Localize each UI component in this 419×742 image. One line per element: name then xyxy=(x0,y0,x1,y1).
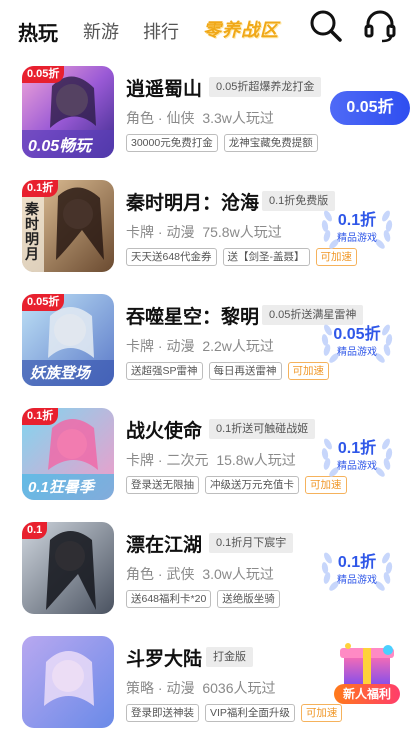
tag: 龙神宝藏免费提额 xyxy=(223,134,318,152)
quality-label: 精品游戏 xyxy=(337,461,377,472)
game-meta: 角色 · 仙侠 3.3w人玩过 xyxy=(126,108,278,128)
game-title[interactable]: 战火使命 xyxy=(126,416,202,443)
promo-badge: 0.05折超爆养龙打金 xyxy=(209,77,322,97)
quality-badge[interactable]: 0.1折 精品游戏 xyxy=(318,426,396,486)
thumbnail-caption: 妖族登场 xyxy=(30,365,91,382)
game-genre: 角色 · 仙侠 xyxy=(126,110,195,126)
game-players: 6036人玩过 xyxy=(202,680,276,696)
gift-label: 新人福利 xyxy=(334,684,400,704)
game-title[interactable]: 漂在江湖 xyxy=(126,530,202,557)
discount-badge: 0.1折 xyxy=(22,408,59,425)
thumbnail-caption: 0.1狂暑季 xyxy=(28,479,94,496)
tag: 送648福利卡*20 xyxy=(126,590,212,608)
quality-label: 精品游戏 xyxy=(337,347,377,358)
newcomer-gift-button[interactable]: 新人福利 xyxy=(328,640,406,708)
thumbnail-caption: 0.05畅玩 xyxy=(28,138,92,155)
discount-badge: 0.05折 xyxy=(22,294,65,311)
tab-new[interactable]: 新游 xyxy=(83,18,119,44)
game-players: 2.2w人玩过 xyxy=(202,338,274,354)
tag-list: 30000元免费打金 龙神宝藏免费提额 xyxy=(126,134,318,152)
game-title[interactable]: 秦时明月：沧海 xyxy=(126,188,259,215)
tag-list: 送648福利卡*20 送绝版坐骑 xyxy=(126,590,280,608)
game-meta: 策略 · 动漫 6036人玩过 xyxy=(126,678,280,698)
discount-value: 0.1折 xyxy=(337,440,377,457)
game-genre: 卡牌 · 动漫 xyxy=(126,338,195,354)
game-players: 75.8w人玩过 xyxy=(202,224,282,240)
discount-value: 0.1折 xyxy=(337,554,377,571)
game-title[interactable]: 斗罗大陆 xyxy=(126,644,202,671)
promo-badge: 打金版 xyxy=(206,647,253,667)
discount-badge: 0.1 xyxy=(22,522,48,539)
tab-hot[interactable]: 热玩 xyxy=(18,17,58,46)
discount-badge: 0.1折 xyxy=(22,180,59,197)
game-item[interactable]: 0.05折 妖族登场 吞噬星空：黎明 0.05折送满星雷神 卡牌 · 动漫 2.… xyxy=(0,294,419,409)
game-thumbnail[interactable]: 0.05折 妖族登场 xyxy=(22,294,114,386)
quality-badge[interactable]: 0.1折 精品游戏 xyxy=(318,540,396,600)
top-nav: 热玩 新游 排行 零养战区 xyxy=(0,0,419,60)
game-item[interactable]: 0.1折 0.1狂暑季 战火使命 0.1折送可触碰战姬 卡牌 · 二次元 15.… xyxy=(0,408,419,523)
game-item[interactable]: 0.1 漂在江湖 0.1折月下宸宇 角色 · 武侠 3.0w人玩过 送648福利… xyxy=(0,522,419,637)
tag: 送绝版坐骑 xyxy=(217,590,280,608)
game-players: 3.3w人玩过 xyxy=(202,110,274,126)
quality-label: 精品游戏 xyxy=(337,233,377,244)
thumbnail-caption: 秦时明月 xyxy=(25,201,39,262)
game-thumbnail[interactable]: 0.1 xyxy=(22,522,114,614)
discount-value: 0.05折 xyxy=(333,326,381,343)
game-thumbnail[interactable]: 0.1折 秦时明月 xyxy=(22,180,114,272)
game-thumbnail[interactable] xyxy=(22,636,114,728)
headset-icon[interactable] xyxy=(362,8,398,44)
game-thumbnail[interactable]: 0.05折 0.05畅玩 xyxy=(22,66,114,158)
tag: 登录送无限抽 xyxy=(126,476,199,494)
tab-special-zone[interactable]: 零养战区 xyxy=(203,16,279,42)
game-genre: 策略 · 动漫 xyxy=(126,680,195,696)
promo-badge: 0.1折送可触碰战姬 xyxy=(209,419,316,439)
discount-button[interactable]: 0.05折 xyxy=(330,91,410,125)
tag: 天天送648代金券 xyxy=(126,248,217,266)
game-item[interactable]: 0.05折 0.05畅玩 逍遥蜀山 0.05折超爆养龙打金 角色 · 仙侠 3.… xyxy=(0,66,419,181)
game-meta: 角色 · 武侠 3.0w人玩过 xyxy=(126,564,278,584)
game-meta: 卡牌 · 动漫 75.8w人玩过 xyxy=(126,222,286,242)
tag: 送【剑圣-盖聂】 xyxy=(222,248,310,266)
search-icon[interactable] xyxy=(308,8,344,44)
game-genre: 卡牌 · 二次元 xyxy=(126,452,209,468)
quality-badge[interactable]: 0.1折 精品游戏 xyxy=(318,198,396,258)
game-item[interactable]: 0.1折 秦时明月 秦时明月：沧海 0.1折免费版 卡牌 · 动漫 75.8w人… xyxy=(0,180,419,295)
game-genre: 卡牌 · 动漫 xyxy=(126,224,195,240)
quality-label: 精品游戏 xyxy=(337,575,377,586)
game-players: 3.0w人玩过 xyxy=(202,566,274,582)
game-genre: 角色 · 武侠 xyxy=(126,566,195,582)
tag: 登录即送神装 xyxy=(126,704,199,722)
tag: 送超强SP雷神 xyxy=(126,362,203,380)
game-meta: 卡牌 · 动漫 2.2w人玩过 xyxy=(126,336,278,356)
tag: 30000元免费打金 xyxy=(126,134,218,152)
tag-list: 登录送无限抽 冲级送万元充值卡 可加速 xyxy=(126,476,347,494)
game-title[interactable]: 吞噬星空：黎明 xyxy=(126,302,259,329)
game-title[interactable]: 逍遥蜀山 xyxy=(126,74,202,101)
tag: 冲级送万元充值卡 xyxy=(205,476,299,494)
tag-list: 送超强SP雷神 每日再送雷神 可加速 xyxy=(126,362,330,380)
quality-badge[interactable]: 0.05折 精品游戏 xyxy=(318,312,396,372)
tag-list: 登录即送神装 VIP福利全面升级 可加速 xyxy=(126,704,343,722)
tag: 每日再送雷神 xyxy=(208,362,282,380)
game-players: 15.8w人玩过 xyxy=(216,452,296,468)
promo-badge: 0.1折月下宸宇 xyxy=(209,533,294,553)
tag: VIP福利全面升级 xyxy=(205,704,295,722)
discount-badge: 0.05折 xyxy=(22,66,65,83)
tab-rank[interactable]: 排行 xyxy=(143,18,179,44)
discount-value: 0.1折 xyxy=(337,212,377,229)
game-meta: 卡牌 · 二次元 15.8w人玩过 xyxy=(126,450,300,470)
game-thumbnail[interactable]: 0.1折 0.1狂暑季 xyxy=(22,408,114,500)
